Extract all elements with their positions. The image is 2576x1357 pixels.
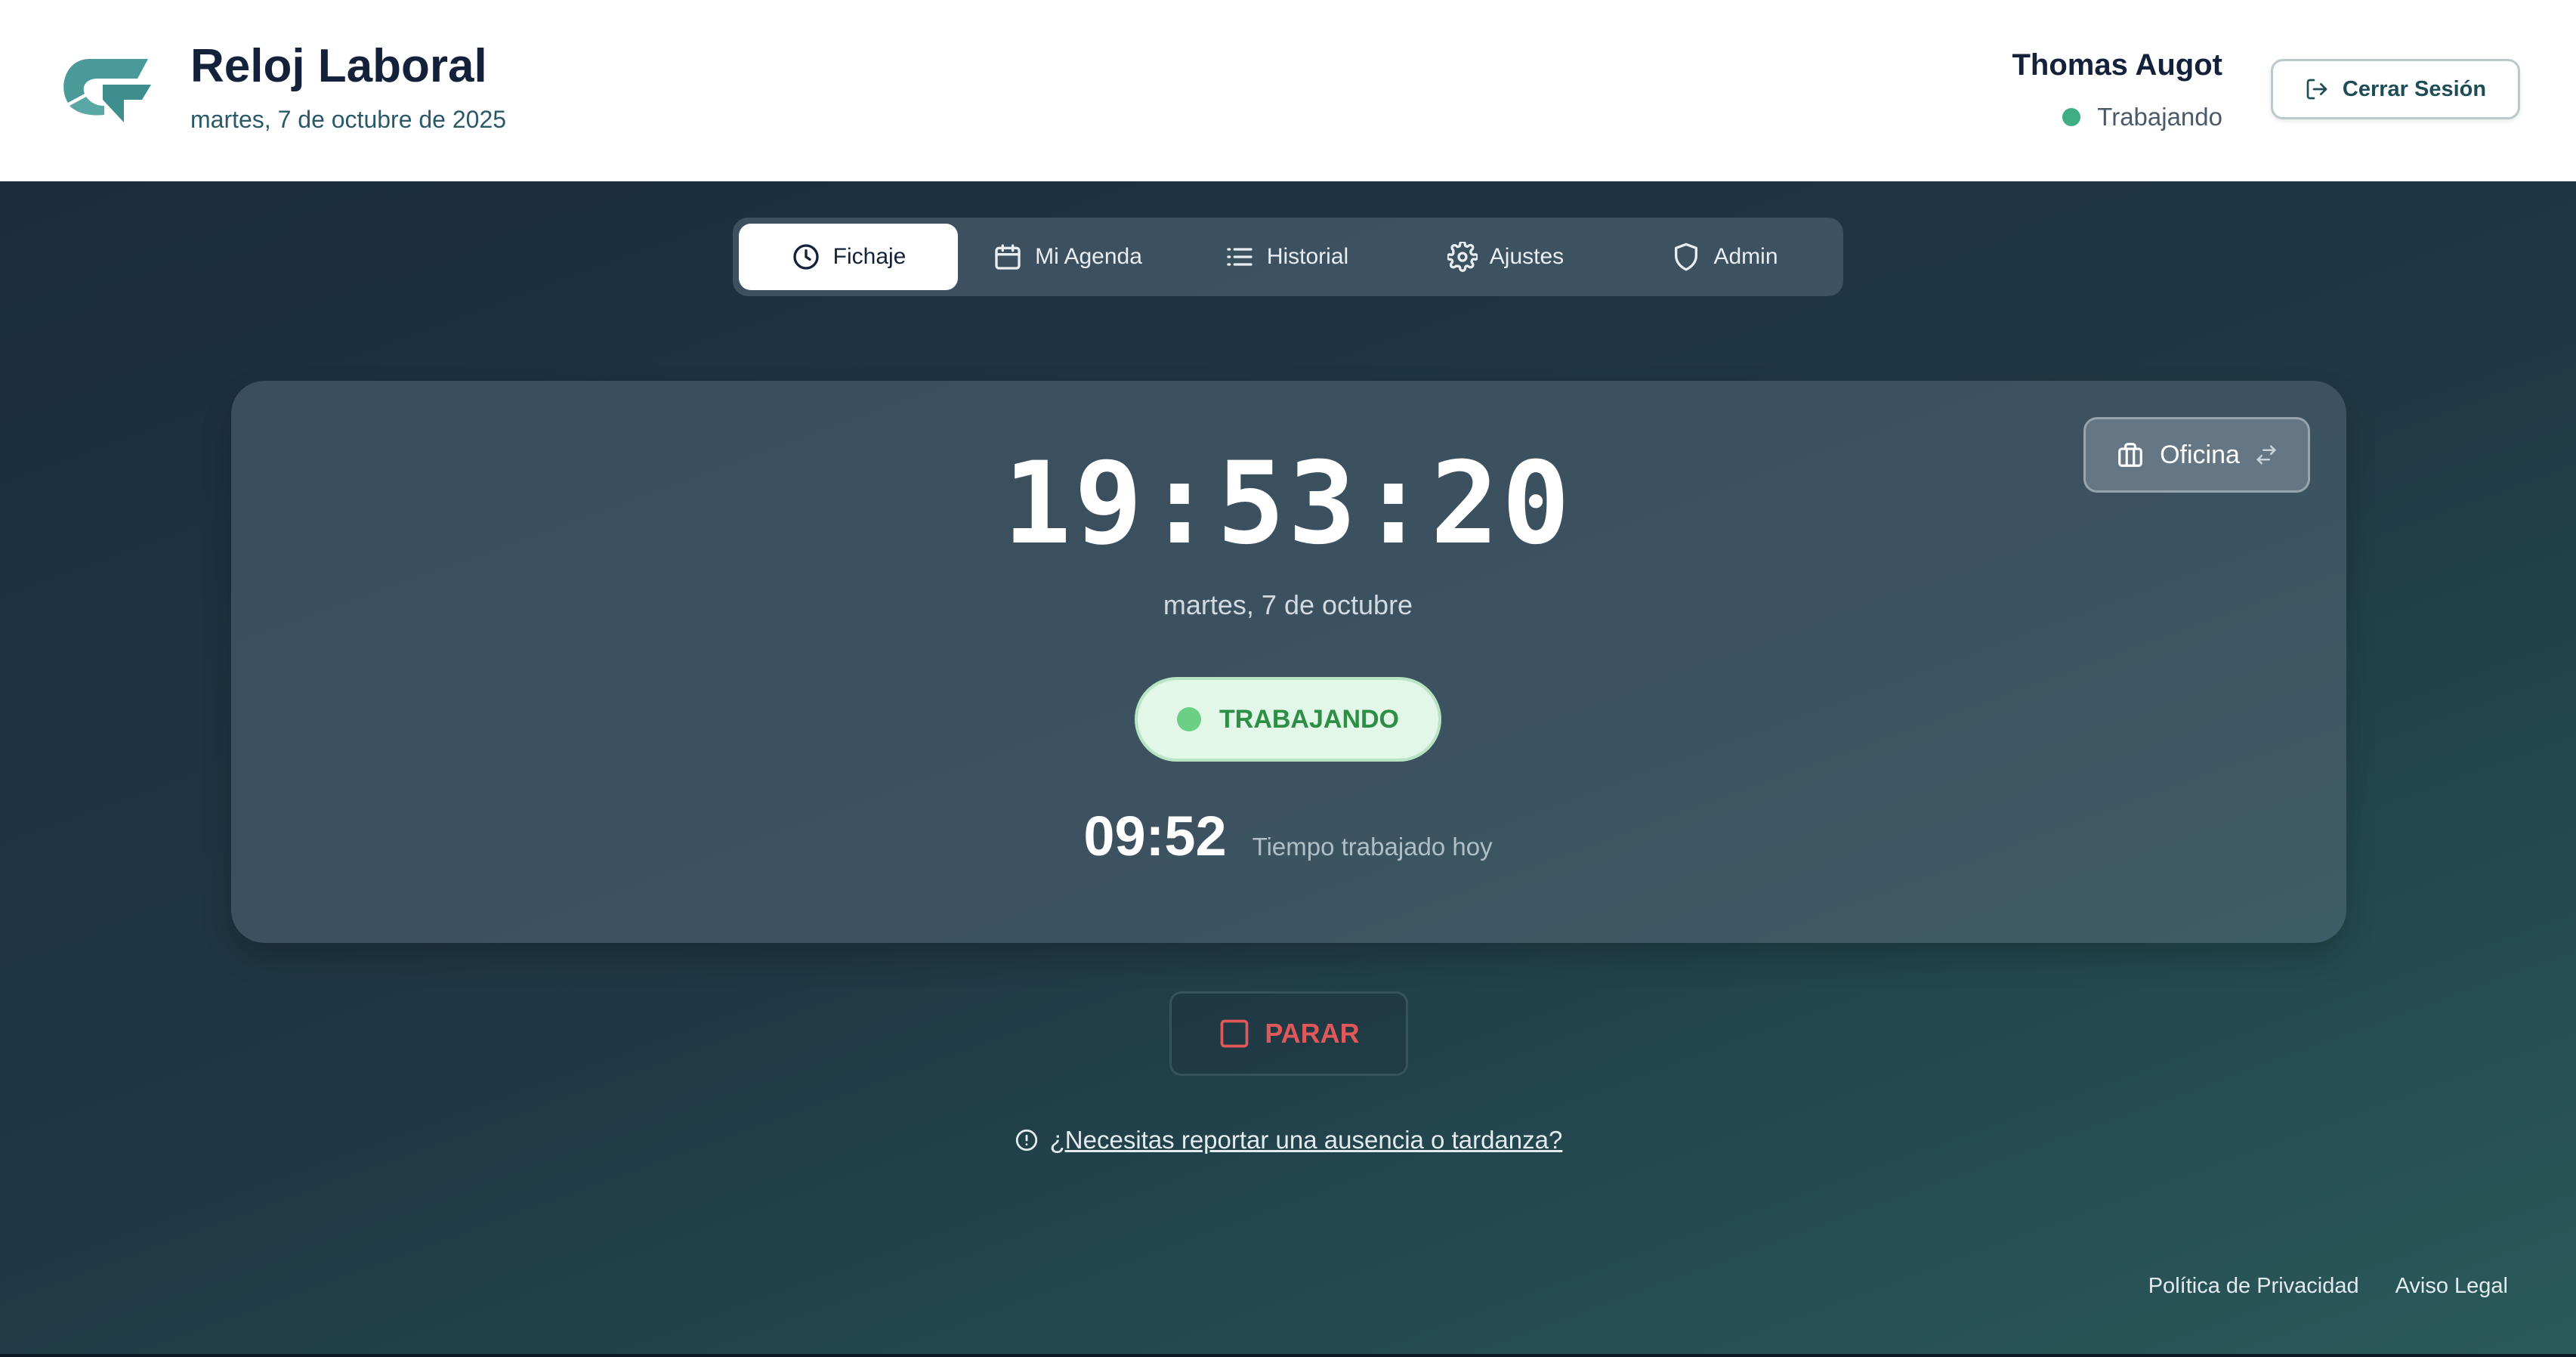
legal-notice-link[interactable]: Aviso Legal — [2395, 1274, 2508, 1299]
status-dot-icon — [2062, 108, 2081, 126]
app-header: Reloj Laboral martes, 7 de octubre de 20… — [0, 0, 2576, 181]
user-status: Trabajando — [2062, 103, 2222, 131]
list-icon — [1227, 248, 1252, 266]
stop-button[interactable]: PARAR — [1169, 991, 1408, 1076]
logout-label: Cerrar Sesión — [2342, 76, 2487, 101]
tab-mi-agenda[interactable]: Mi Agenda — [958, 224, 1177, 290]
main-nav-tabs: Fichaje Mi Agenda Historial Ajustes Admi… — [733, 218, 1843, 296]
worked-time-label: Tiempo trabajado hoy — [1252, 833, 1493, 861]
gear-icon — [1447, 242, 1478, 272]
tab-label: Fichaje — [832, 244, 907, 269]
tab-label: Historial — [1266, 244, 1349, 269]
tab-label: Mi Agenda — [1035, 244, 1142, 269]
user-status-label: Trabajando — [2097, 103, 2222, 131]
calendar-icon — [995, 244, 1021, 270]
clock-date: martes, 7 de octubre — [1163, 589, 1413, 620]
stop-square-icon — [1220, 1019, 1249, 1048]
work-status-label: TRABAJANDO — [1219, 704, 1399, 734]
stop-label: PARAR — [1265, 1018, 1360, 1049]
clock-icon — [792, 244, 819, 270]
footer-links: Política de Privacidad Aviso Legal — [2148, 1274, 2508, 1299]
live-clock: 19:53:20 — [1002, 438, 1574, 570]
tab-admin[interactable]: Admin — [1615, 224, 1834, 290]
privacy-policy-link[interactable]: Política de Privacidad — [2148, 1274, 2359, 1299]
status-dot-icon — [1177, 707, 1201, 731]
worked-time-value: 09:52 — [1083, 805, 1227, 867]
tab-historial[interactable]: Historial — [1177, 224, 1396, 290]
tab-label: Admin — [1713, 244, 1778, 269]
tab-fichaje[interactable]: Fichaje — [739, 224, 958, 290]
tab-label: Ajustes — [1489, 244, 1564, 269]
header-date: martes, 7 de octubre de 2025 — [190, 106, 507, 133]
shield-icon — [1675, 243, 1698, 271]
logout-icon — [2306, 79, 2327, 100]
app-title: Reloj Laboral — [190, 40, 487, 92]
worked-time-summary: 09:52 Tiempo trabajado hoy — [0, 804, 2576, 868]
app-logo — [63, 59, 151, 122]
report-link-label: ¿Necesitas reportar una ausencia o tarda… — [1049, 1126, 1563, 1154]
bottom-edge — [0, 1354, 2576, 1357]
tab-ajustes[interactable]: Ajustes — [1396, 224, 1615, 290]
work-status-badge: TRABAJANDO — [1135, 677, 1441, 762]
info-circle-icon — [1015, 1129, 1037, 1151]
report-absence-link[interactable]: ¿Necesitas reportar una ausencia o tarda… — [0, 1126, 2576, 1155]
logout-button[interactable]: Cerrar Sesión — [2271, 59, 2520, 119]
user-name: Thomas Augot — [2012, 48, 2223, 82]
